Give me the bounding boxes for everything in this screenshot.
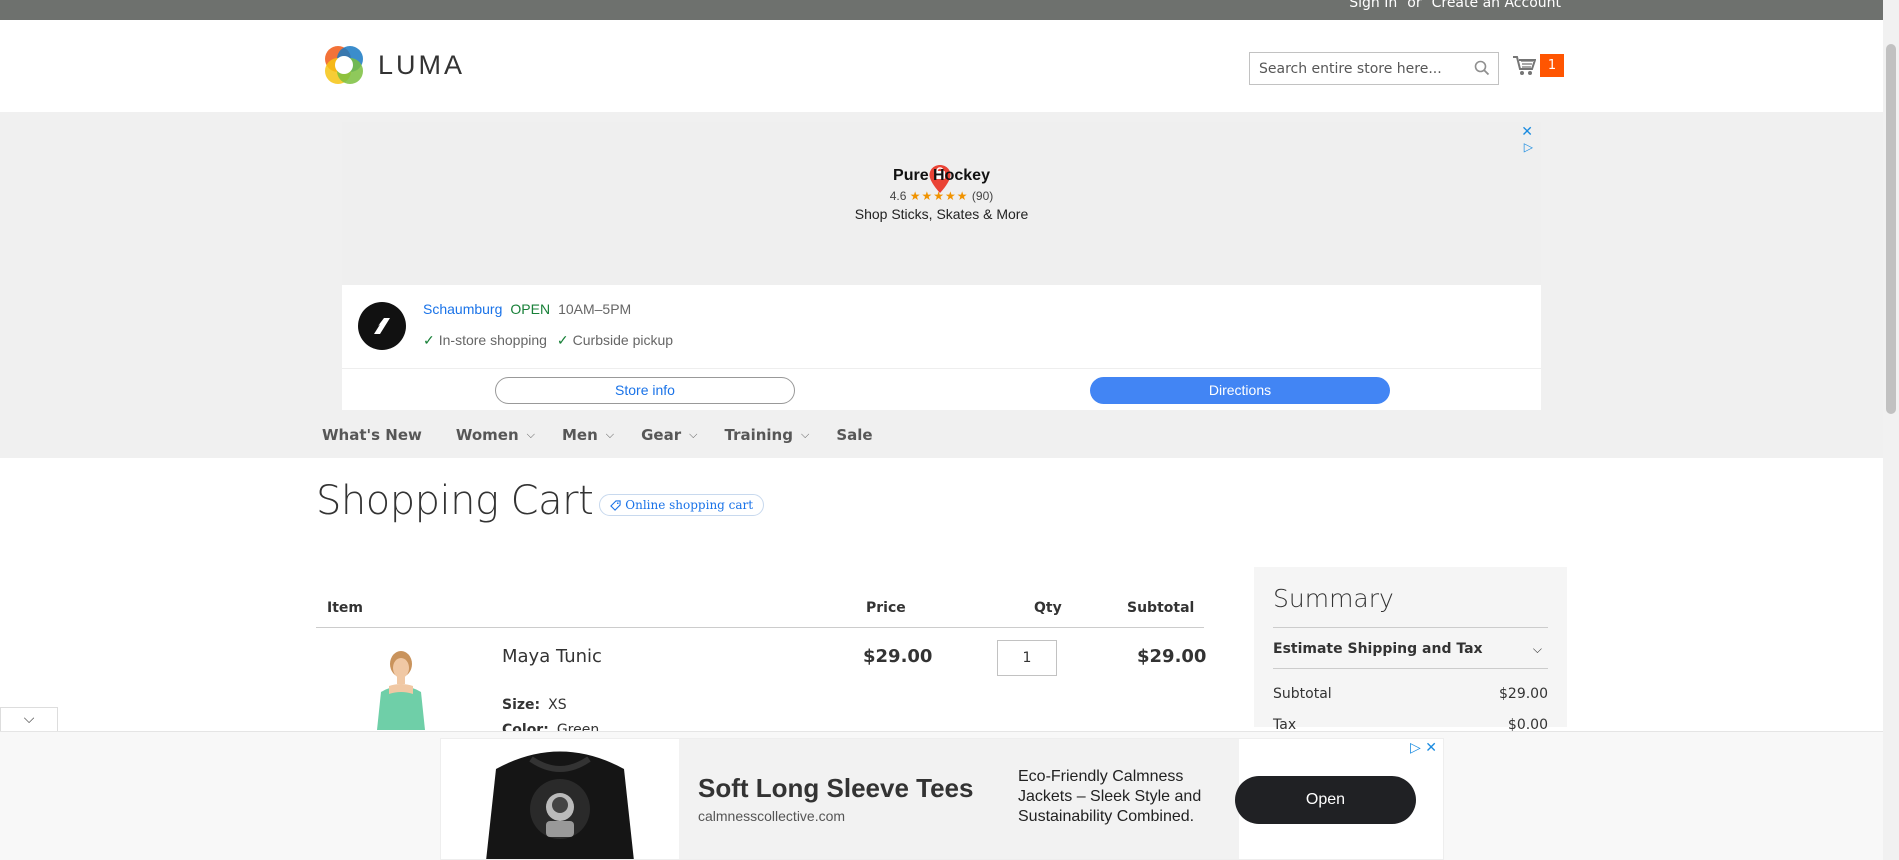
ad-and-nav-area: ✕ ▷ Pure Hockey 4.6 ★★★★★ (90) Shop Stic… — [0, 112, 1883, 458]
chevron-down-icon: ⌵ — [689, 428, 698, 441]
chevron-down-icon: ⌵ — [800, 428, 810, 441]
check-icon: ✓ — [423, 332, 435, 348]
nav-item-men[interactable]: Men ⌵ — [562, 426, 614, 444]
store-divider — [342, 368, 1541, 369]
sign-in-link[interactable]: Sign In — [1349, 0, 1397, 11]
nav-item-sale[interactable]: Sale — [836, 426, 872, 444]
column-header-qty: Qty — [1034, 600, 1062, 616]
ad-rating: 4.6 ★★★★★ (90) — [342, 189, 1541, 203]
product-name-link[interactable]: Maya Tunic — [502, 646, 602, 667]
ad-hoodie-image — [441, 739, 679, 859]
store-hours: 10AM–5PM — [558, 301, 632, 317]
cart-count-badge: 1 — [1540, 54, 1564, 77]
nav-item-women[interactable]: Women ⌵ — [456, 426, 535, 444]
top-panel: Sign In or Create an Account — [0, 0, 1883, 20]
feature-curbside-label: Curbside pickup — [572, 332, 674, 348]
column-header-item: Item — [327, 600, 363, 616]
ad-open-button[interactable]: Open — [1235, 776, 1416, 824]
size-label: Size: — [502, 697, 541, 713]
ad-brand-name: Pure Hockey — [893, 167, 990, 184]
product-image[interactable] — [361, 650, 436, 730]
item-subtotal: $29.00 — [1137, 646, 1207, 667]
store-ad[interactable]: ✕ ▷ Pure Hockey 4.6 ★★★★★ (90) Shop Stic… — [342, 122, 1541, 410]
summary-subtotal-label: Subtotal — [1273, 686, 1332, 702]
page-title: Shopping Cart — [316, 478, 594, 524]
ad-description: Eco-Friendly Calmness Jackets – Sleek St… — [1018, 768, 1202, 825]
ad-tagline: Shop Sticks, Skates & More — [854, 206, 1029, 222]
directions-button[interactable]: Directions — [1090, 377, 1390, 404]
store-logo-icon — [358, 302, 406, 350]
store-city[interactable]: Schaumburg — [423, 301, 502, 317]
title-row: Shopping Cart Online shopping cart — [316, 478, 765, 524]
search-box — [1249, 52, 1499, 85]
nav-label: Sale — [836, 426, 873, 444]
feature-in-store-label: In-store shopping — [438, 332, 547, 348]
nav-label: Women — [455, 426, 519, 444]
or-text: or — [1407, 0, 1422, 11]
chevron-down-icon: ⌵ — [1532, 642, 1542, 656]
tag-icon — [610, 499, 621, 511]
nav-item-gear[interactable]: Gear ⌵ — [641, 426, 697, 444]
header-links: Sign In or Create an Account — [1349, 0, 1561, 11]
luma-logo-icon — [325, 46, 363, 84]
column-header-subtotal: Subtotal — [1127, 600, 1195, 616]
ad-choices-icon[interactable]: ▷ — [1524, 140, 1533, 154]
chevron-down-icon: ⌵ — [526, 428, 535, 441]
ad-close-icon[interactable]: ✕ — [1521, 124, 1533, 140]
page-scrollbar[interactable] — [1883, 0, 1899, 860]
nav-label: What's New — [322, 426, 422, 444]
store-open-status: OPEN — [510, 301, 551, 317]
product-size-attr: Size: XS — [502, 697, 567, 713]
summary-title: Summary — [1273, 584, 1394, 613]
nav-label: Men — [562, 426, 598, 444]
main-navigation: What's New Women ⌵ Men ⌵ Gear ⌵ Training ⌵ S… — [322, 426, 907, 444]
feature-curbside: ✓ Curbside pickup — [557, 332, 673, 349]
feature-in-store: ✓ In-store shopping — [423, 332, 547, 349]
column-header-price: Price — [866, 600, 906, 616]
store-card: Schaumburg OPEN 10AM–5PM ✓ In-store shopp… — [342, 285, 1541, 410]
quantity-input[interactable]: 1 — [997, 640, 1057, 676]
rating-stars-icon: ★★★★★ — [909, 189, 969, 203]
summary-subtotal-value: $29.00 — [1499, 686, 1548, 702]
chevron-down-icon: ⌵ — [23, 711, 35, 727]
online-cart-tag[interactable]: Online shopping cart — [599, 494, 765, 516]
ad-close-icon[interactable]: ▷ ✕ — [1410, 740, 1437, 756]
anchor-ad[interactable]: Soft Long Sleeve Tees calmnesscollective… — [440, 738, 1444, 860]
logo-text: LUMA — [378, 49, 466, 80]
check-icon: ✓ — [556, 332, 569, 348]
create-account-link[interactable]: Create an Account — [1432, 0, 1561, 11]
rating-value: 4.6 — [889, 189, 907, 203]
nav-item-whats-new[interactable]: What's New — [322, 426, 422, 444]
nav-item-training[interactable]: Training ⌵ — [724, 426, 809, 444]
nav-label: Gear — [641, 426, 682, 444]
nav-label: Training — [724, 426, 793, 444]
cart-icon — [1513, 55, 1536, 75]
chevron-down-icon: ⌵ — [605, 428, 615, 441]
cart-table-header: Item Price Qty Subtotal — [316, 586, 1204, 628]
store-features: ✓ In-store shopping ✓ Curbside pickup — [423, 332, 673, 349]
store-info-button[interactable]: Store info — [495, 377, 795, 404]
store-status-row: Schaumburg OPEN 10AM–5PM — [423, 301, 631, 317]
store-logo[interactable]: LUMA — [322, 43, 465, 87]
ad-headline: Soft Long Sleeve Tees — [698, 773, 974, 803]
size-value: XS — [548, 697, 567, 713]
review-count: (90) — [971, 189, 994, 203]
summary-subtotal-row: Subtotal $29.00 — [1273, 686, 1548, 702]
table-row: Maya Tunic Size: XS Color: Green $29.00 1 … — [316, 628, 1207, 738]
item-price: $29.00 — [863, 646, 933, 667]
search-icon[interactable] — [1474, 60, 1490, 80]
page-header: LUMA 1 — [0, 20, 1883, 112]
ad-domain: calmnesscollective.com — [698, 808, 846, 824]
scrollbar-thumb[interactable] — [1886, 44, 1896, 414]
estimate-shipping-toggle[interactable]: Estimate Shipping and Tax ⌵ — [1273, 627, 1548, 669]
minicart[interactable]: 1 — [1512, 54, 1564, 77]
ad-brand-block: Pure Hockey 4.6 ★★★★★ (90) Shop Sticks, … — [342, 167, 1541, 222]
estimate-shipping-label: Estimate Shipping and Tax — [1273, 641, 1483, 657]
cart-summary: Summary Estimate Shipping and Tax ⌵ Subt… — [1254, 567, 1567, 733]
online-cart-tag-label: Online shopping cart — [625, 498, 754, 512]
ad-collapse-button[interactable]: ⌵ — [0, 707, 58, 731]
search-input[interactable] — [1250, 53, 1460, 84]
